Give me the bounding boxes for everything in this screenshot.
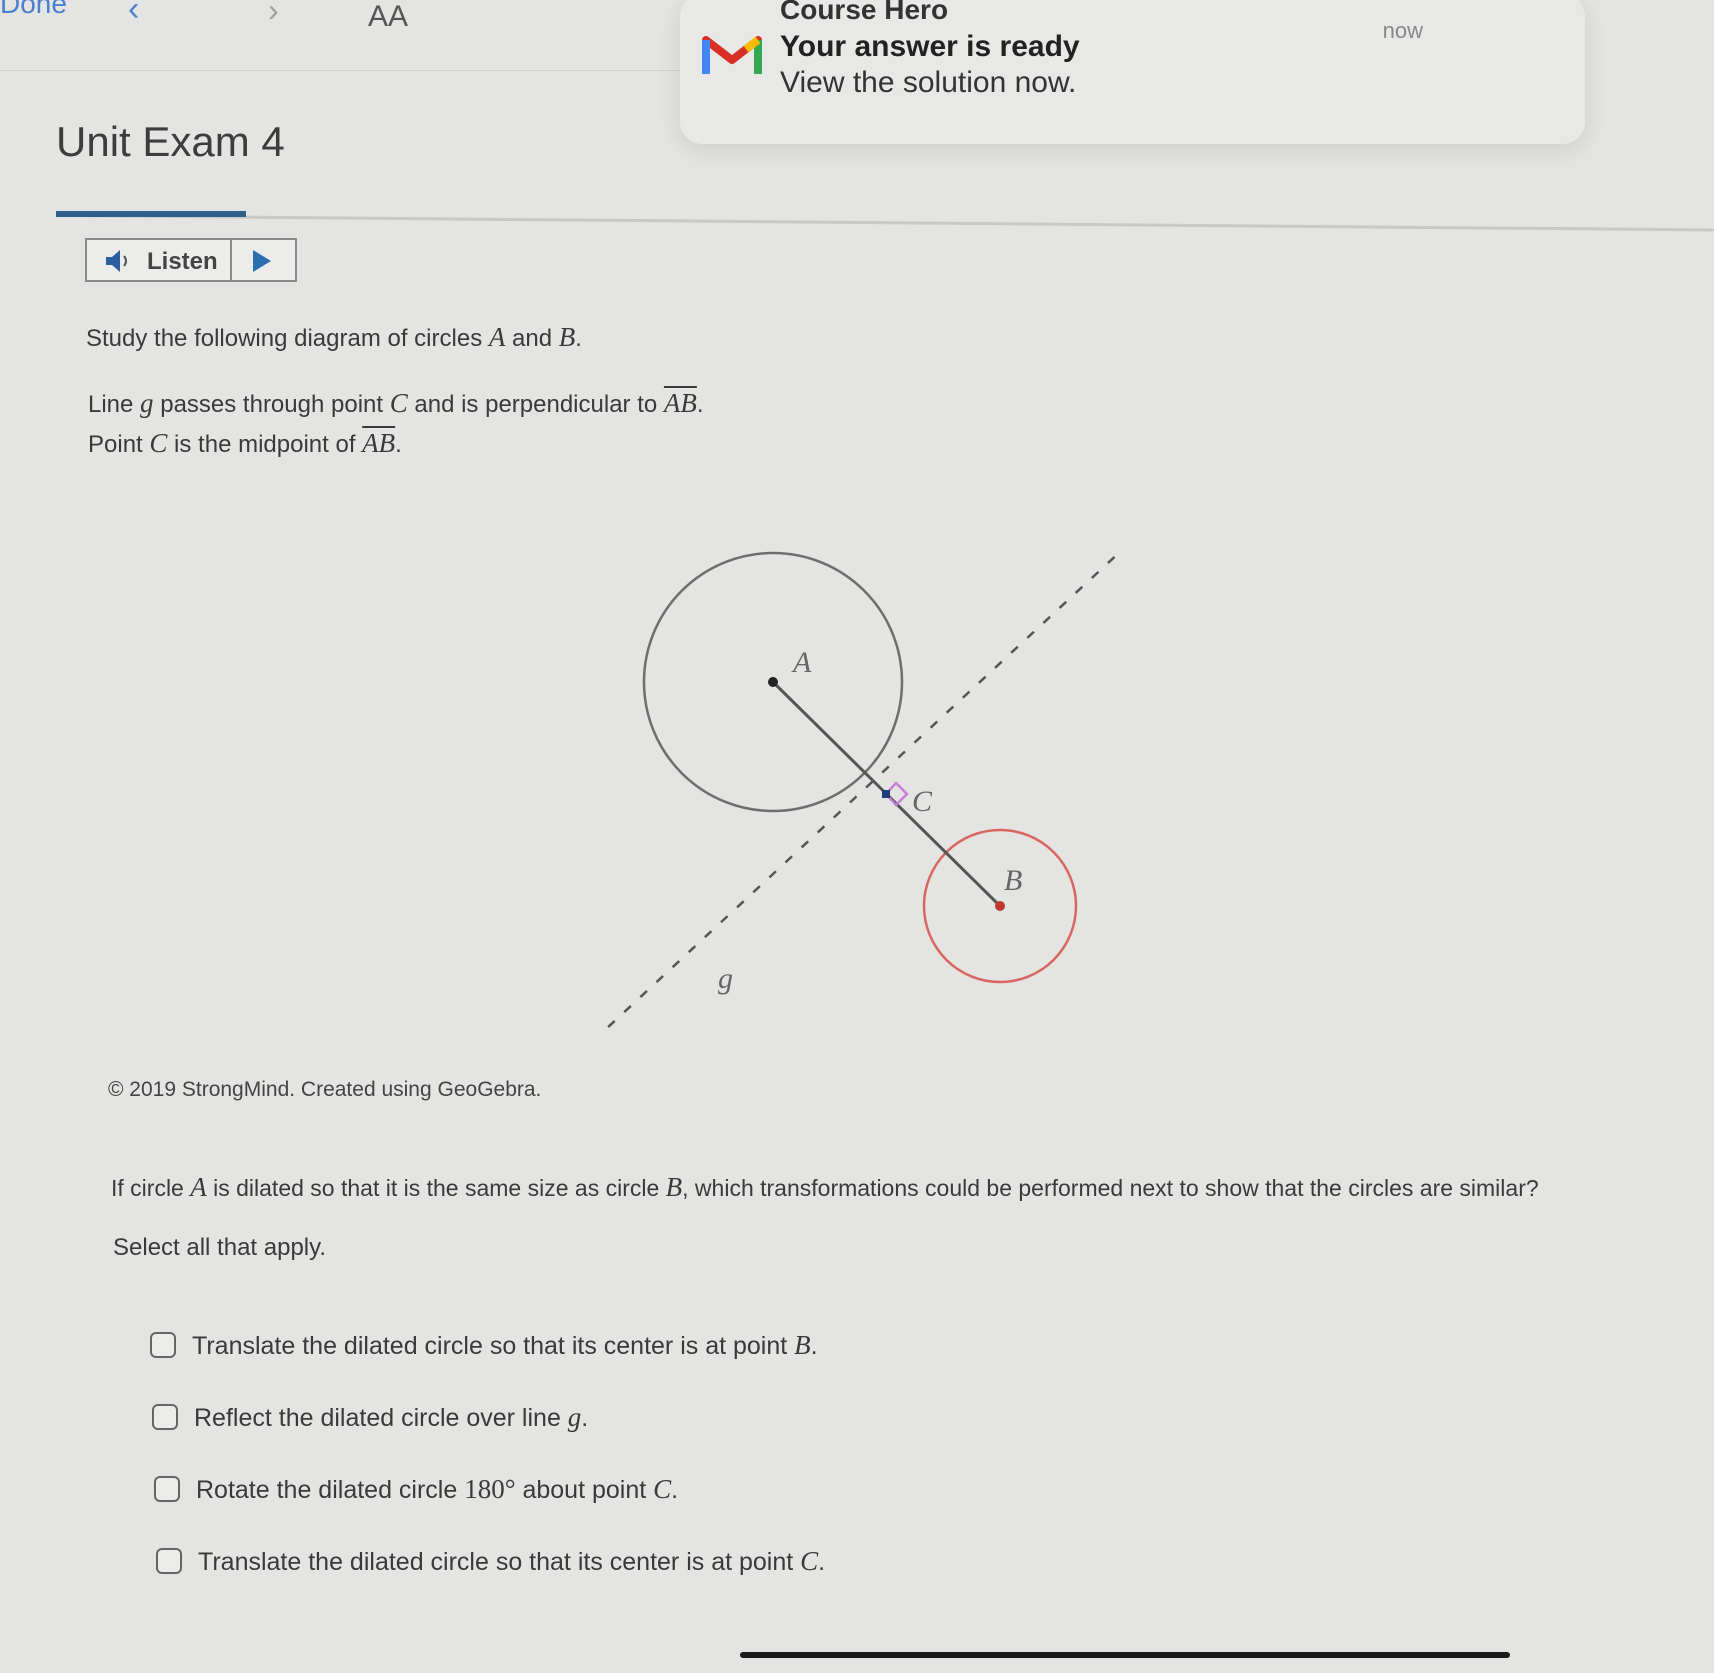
home-indicator	[740, 1652, 1510, 1658]
forward-button[interactable]: ›	[268, 0, 279, 29]
browser-toolbar: Done ‹ › AA	[0, 0, 700, 71]
line1-text: Line	[88, 391, 141, 418]
notification-app-name: Course Hero	[780, 0, 949, 25]
point-c	[882, 790, 890, 798]
progress-bar	[56, 211, 246, 217]
done-button[interactable]: Done	[0, 0, 67, 20]
prompt-intro-text: Study the following diagram of circles	[86, 325, 489, 352]
prompt-line-1: Line g passes through point C and is per…	[88, 388, 704, 419]
option-end: .	[818, 1548, 826, 1576]
line1-end: .	[696, 391, 704, 418]
question-text-2: is dilated so that it is the same size a…	[206, 1175, 666, 1201]
option-text: Translate the dilated circle so that its…	[198, 1548, 801, 1576]
option-end: .	[671, 1476, 679, 1504]
point-a	[768, 677, 778, 687]
prompt-line-2: Point C is the midpoint of AB.	[88, 428, 402, 459]
text-size-button[interactable]: AA	[368, 0, 408, 34]
notification-title: Your answer is ready	[780, 30, 1080, 63]
line1-text-3: and is perpendicular to	[407, 391, 664, 418]
progress-track	[55, 214, 1714, 232]
notification-banner[interactable]: Course Hero Your answer is ready View th…	[680, 0, 1585, 144]
option-end: .	[810, 1332, 818, 1360]
math-c: C	[653, 1474, 672, 1504]
option-text-2: about point	[515, 1476, 654, 1504]
option-label: Reflect the dilated circle over line g.	[194, 1402, 588, 1433]
question-text-3: , which transformations could be perform…	[682, 1175, 1539, 1201]
question-instruction: Select all that apply.	[113, 1234, 327, 1261]
line2-text: Point	[88, 431, 150, 458]
checkbox[interactable]	[150, 1332, 176, 1358]
label-b: B	[1004, 864, 1022, 897]
question-text-1: If circle	[111, 1175, 191, 1201]
math-c: C	[800, 1546, 819, 1576]
play-icon[interactable]	[253, 250, 271, 272]
option-label: Translate the dilated circle so that its…	[192, 1330, 818, 1361]
option-label: Rotate the dilated circle 180° about poi…	[196, 1474, 678, 1505]
checkbox[interactable]	[154, 1476, 180, 1502]
page-title: Unit Exam 4	[56, 118, 285, 165]
math-g: g	[140, 388, 154, 418]
line1-text-2: passes through point	[153, 391, 390, 418]
label-g: g	[718, 962, 733, 995]
math-b: B	[794, 1330, 811, 1360]
option-label: Translate the dilated circle so that its…	[198, 1546, 825, 1577]
speaker-icon	[106, 250, 127, 272]
math-ab-segment: AB	[362, 428, 396, 458]
geometry-diagram: A B C g	[600, 549, 1123, 1037]
prompt-intro: Study the following diagram of circles A…	[86, 322, 582, 353]
line2-end: .	[395, 431, 402, 458]
question-text: If circle A is dilated so that it is the…	[111, 1172, 1539, 1203]
gmail-m-icon	[702, 36, 762, 74]
diagram-credit: © 2019 StrongMind. Created using GeoGebr…	[108, 1078, 542, 1101]
math-g: g	[567, 1402, 582, 1432]
math-b: B	[665, 1172, 683, 1202]
point-b	[995, 901, 1005, 911]
option-end: .	[581, 1404, 589, 1432]
checkbox[interactable]	[152, 1404, 178, 1430]
math-c: C	[389, 388, 408, 418]
listen-label: Listen	[147, 248, 218, 275]
prompt-intro-and: and	[505, 325, 559, 352]
math-a: A	[488, 322, 506, 352]
checkbox[interactable]	[156, 1548, 182, 1574]
listen-divider	[230, 240, 232, 280]
listen-button[interactable]: Listen	[85, 238, 297, 282]
line2-text-2: is the midpoint of	[167, 431, 363, 458]
prompt-intro-end: .	[575, 325, 582, 352]
back-button[interactable]: ‹	[128, 0, 139, 29]
notification-body: View the solution now.	[780, 66, 1077, 99]
math-a: A	[190, 1172, 207, 1202]
notification-time: now	[1382, 18, 1423, 43]
page: Done ‹ › AA Course Hero Your answer is r…	[0, 0, 1714, 1673]
math-c: C	[149, 428, 168, 458]
label-c: C	[912, 785, 933, 818]
option-text: Rotate the dilated circle	[196, 1476, 465, 1504]
option-text: Translate the dilated circle so that its…	[192, 1332, 795, 1360]
math-180: 180°	[464, 1474, 516, 1504]
math-b: B	[558, 322, 576, 352]
option-text: Reflect the dilated circle over line	[194, 1404, 568, 1432]
label-a: A	[791, 646, 812, 679]
math-ab-segment: AB	[663, 388, 697, 418]
